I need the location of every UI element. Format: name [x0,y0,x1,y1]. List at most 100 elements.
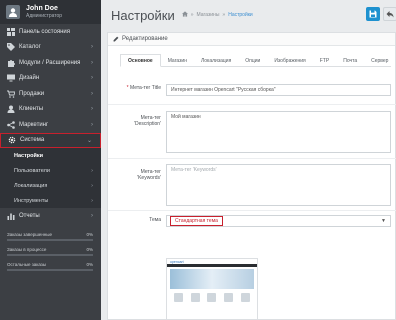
page-title: Настройки [111,7,175,23]
user-name: John Doe [26,5,58,12]
chevron-right-icon: › [91,59,93,66]
chevron-right-icon: › [91,121,93,128]
sidebar-item-label: Дизайн [19,75,40,82]
save-button[interactable] [366,7,380,21]
user-avatar-icon [9,8,17,17]
sidebar-item-catalog[interactable]: Каталог › [0,40,101,56]
user-panel[interactable]: John Doe Администратор [0,0,101,24]
sidebar-subitem-tools[interactable]: Инструменты › [0,193,101,208]
chevron-right-icon: › [91,167,93,174]
sidebar-item-reports[interactable]: Отчеты › [0,208,101,224]
avatar [6,5,20,19]
stat-processing: Заказы в процессе 0% [7,247,93,256]
breadcrumb-separator: » [190,12,194,18]
sidebar-subitem-users[interactable]: Пользователи › [0,163,101,178]
sidebar-item-label: Отчеты [19,212,40,219]
chevron-right-icon: › [91,44,93,51]
progress-bar [7,239,93,241]
chevron-right-icon: › [91,197,93,204]
sidebar-subitem-settings[interactable]: Настройки [0,148,101,163]
edit-panel: Редактирование Основное Магазин Локализа… [107,32,396,320]
preview-product [241,293,251,302]
sidebar-subitem-label: Инструменты [14,197,49,204]
pencil-icon [113,36,119,42]
panel-title: Редактирование [122,36,168,42]
breadcrumb-separator: » [222,12,226,18]
sidebar-item-label: Продажи [19,90,45,97]
sidebar-item-marketing[interactable]: Маркетинг › [0,117,101,133]
bar-chart-icon [6,211,15,220]
stat-label: Заказы в процессе [7,247,47,252]
form-row-meta-description: Мета-тег 'Description' Мой магазин [108,105,396,159]
sidebar: John Doe Администратор Панель состояния … [0,0,101,320]
breadcrumb-settings[interactable]: Настройки [228,12,253,18]
share-icon [6,120,15,129]
preview-product [207,293,217,302]
user-role: Администратор [26,13,63,19]
user-icon [6,105,15,114]
sidebar-item-system[interactable]: Система ⌄ [0,132,101,148]
sidebar-item-customers[interactable]: Клиенты › [0,102,101,118]
preview-product [190,293,200,302]
sidebar-item-dashboard[interactable]: Панель состояния [0,24,101,40]
theme-selected-value: Стандартная тема [170,216,223,226]
page-header: Настройки » Магазины » Настройки [101,0,396,30]
form-row-meta-title: * Мета-тег Title Интернет магазин Openca… [108,75,396,105]
monitor-icon [6,74,15,83]
panel-heading: Редактирование [108,33,395,46]
settings-tabs: Основное Магазин Локализация Опции Изобр… [120,54,391,67]
main-content: Настройки » Магазины » Настройки Редакти… [101,0,396,320]
order-stats: Заказы завершенные 0% Заказы в процессе 0%… [7,232,93,277]
theme-label: Тема [149,217,161,223]
sidebar-subitem-localization[interactable]: Локализация › [0,178,101,193]
sidebar-subitem-label: Настройки [14,152,44,159]
tab-mail[interactable]: Почта [336,54,364,67]
sidebar-subitem-label: Пользователи [14,167,50,174]
tab-store[interactable]: Магазин [161,54,194,67]
stat-completed: Заказы завершенные 0% [7,232,93,241]
stat-label: Остальные заказы [7,262,47,267]
stat-label: Заказы завершенные [7,232,53,237]
sidebar-item-label: Панель состояния [19,28,70,35]
sidebar-item-extensions[interactable]: Модули / Расширения › [0,55,101,71]
tag-icon [6,43,15,52]
preview-products [167,293,257,302]
chevron-right-icon: › [91,182,93,189]
tab-ftp[interactable]: FTP [313,54,336,67]
theme-select[interactable]: Стандартная тема ▼ [166,215,391,227]
meta-keywords-label: Мета-тег 'Keywords' [137,169,161,181]
chevron-down-icon: ▼ [381,218,386,224]
back-button[interactable] [383,7,396,21]
preview-banner [170,269,254,289]
meta-description-textarea[interactable]: Мой магазин [166,111,391,153]
tab-server[interactable]: Сервер [364,54,395,67]
meta-title-label: * Мета-тег Title [126,85,161,91]
breadcrumb: » Магазины » Настройки [181,11,253,19]
theme-preview-image: opencart [166,258,258,320]
meta-description-label: Мета-тег 'Description' [134,115,161,127]
sidebar-item-label: Модули / Расширения [19,59,81,66]
meta-keywords-textarea[interactable]: Мета-тег 'Keywords' [166,164,391,206]
tab-localization[interactable]: Локализация [194,54,238,67]
puzzle-icon [6,58,15,67]
progress-bar [7,269,93,271]
sidebar-subitem-label: Локализация [14,182,48,189]
chevron-down-icon: ⌄ [86,137,92,144]
stat-other: Остальные заказы 0% [7,262,93,271]
breadcrumb-stores[interactable]: Магазины [197,12,220,18]
sidebar-item-design[interactable]: Дизайн › [0,71,101,87]
tab-options[interactable]: Опции [238,54,267,67]
tab-general[interactable]: Основное [120,54,161,67]
stat-value: 0% [86,232,93,237]
sidebar-item-label: Каталог [19,44,41,51]
tab-images[interactable]: Изображения [267,54,312,67]
progress-bar [7,254,93,256]
stat-value: 0% [86,262,93,267]
home-icon[interactable] [181,11,188,19]
sidebar-item-sales[interactable]: Продажи › [0,86,101,102]
chevron-right-icon: › [91,75,93,82]
dashboard-icon [6,27,15,36]
stat-value: 0% [86,247,93,252]
preview-product [224,293,234,302]
meta-title-input[interactable]: Интернет магазин Opencart "Русская сборк… [166,84,391,96]
